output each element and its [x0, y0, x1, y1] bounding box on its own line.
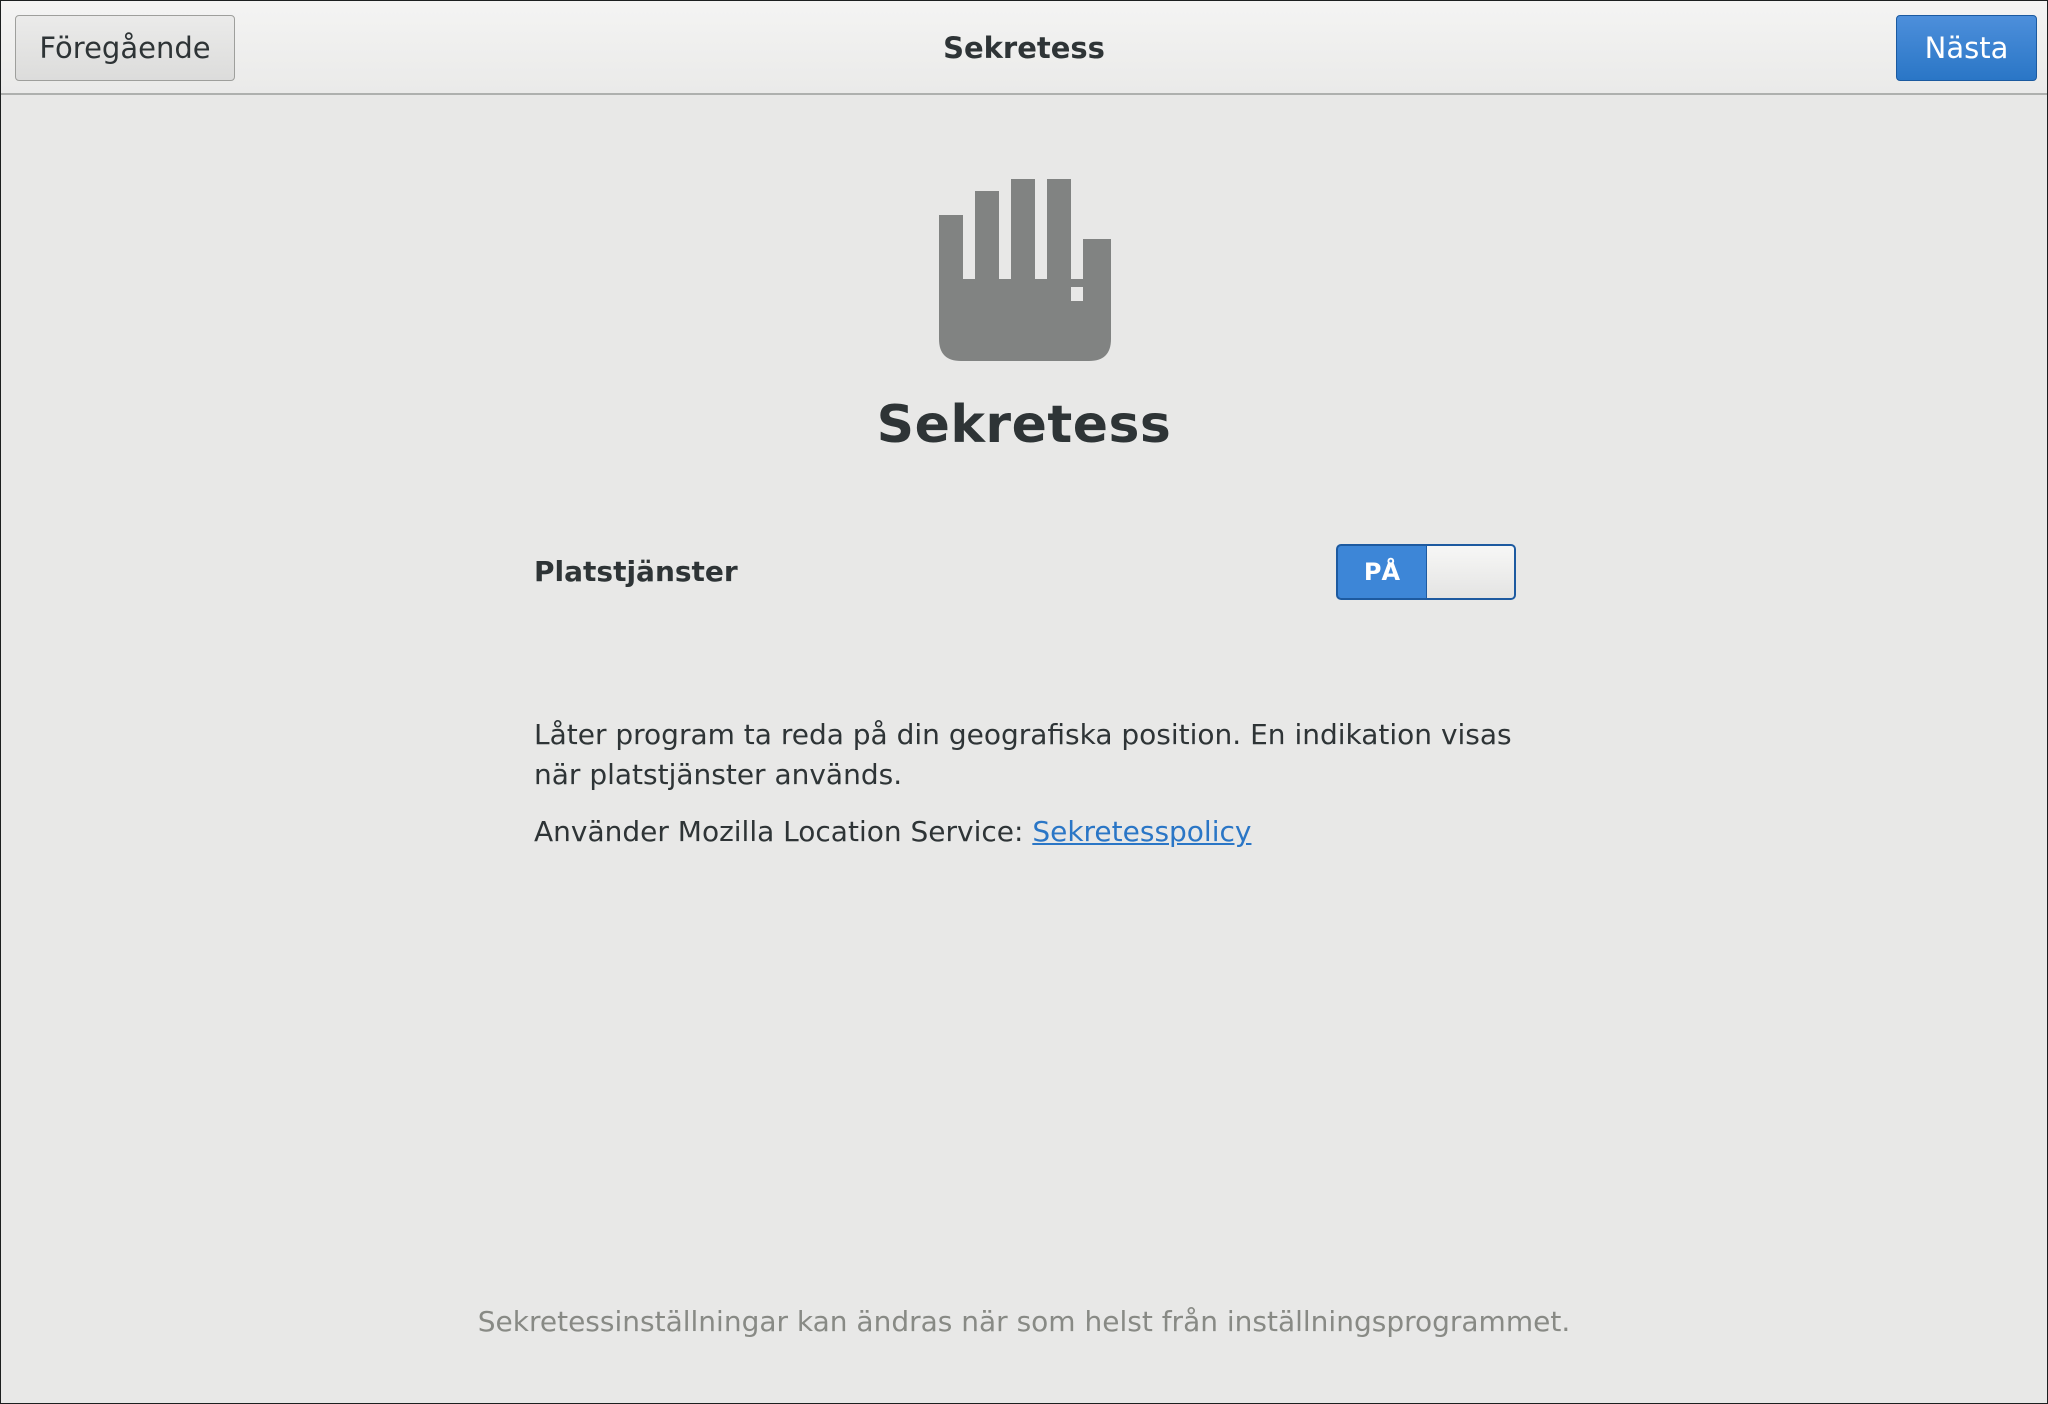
page-title: Sekretess [876, 395, 1172, 455]
location-provider-text: Använder Mozilla Location Service: Sekre… [534, 815, 1251, 848]
provider-label: Använder Mozilla Location Service: [534, 815, 1033, 848]
main-content: Sekretess Platstjänster PÅ Låter program… [1, 95, 2047, 1403]
hand-privacy-icon [939, 179, 1111, 361]
window: Föregående Sekretess Nästa Sekretess Pla… [0, 0, 2048, 1404]
privacy-policy-link[interactable]: Sekretesspolicy [1032, 815, 1251, 848]
toggle-state-label: PÅ [1363, 558, 1401, 586]
location-services-toggle[interactable]: PÅ [1336, 544, 1516, 600]
footer-note: Sekretessinställningar kan ändras när so… [477, 1305, 1571, 1338]
header-bar: Föregående Sekretess Nästa [1, 1, 2047, 95]
header-title: Sekretess [943, 31, 1105, 65]
next-button[interactable]: Nästa [1896, 15, 2037, 81]
location-services-label: Platstjänster [534, 555, 738, 588]
location-description: Låter program ta reda på din geografiska… [534, 718, 1512, 791]
toggle-knob[interactable] [1426, 546, 1514, 598]
